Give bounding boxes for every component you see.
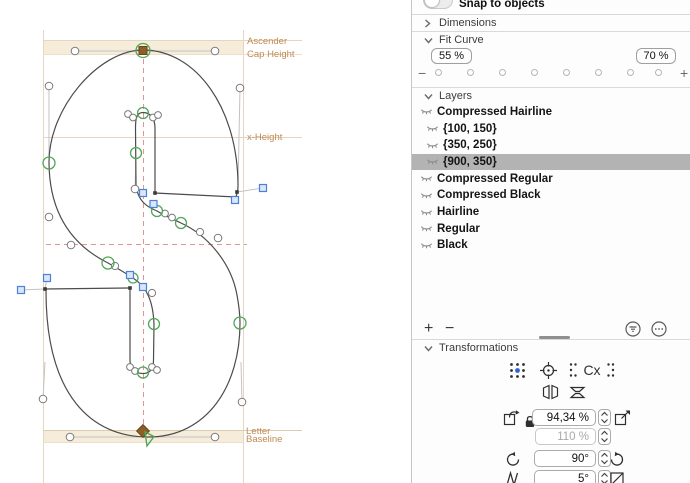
fit-curve-dot[interactable]: [435, 69, 442, 76]
snap-to-objects-label: Snap to objects: [459, 0, 545, 10]
fit-curve-min-field[interactable]: 55 %: [431, 48, 472, 64]
fit-curve-dot[interactable]: [655, 69, 662, 76]
layer-name: Black: [437, 239, 468, 252]
layer-visibility-eye-icon[interactable]: [420, 191, 433, 200]
offcurve-handles[interactable]: [38, 46, 247, 442]
fit-curve-dot[interactable]: [627, 69, 634, 76]
fit-curve-section-label: Fit Curve: [439, 34, 484, 46]
dimensions-section-label: Dimensions: [439, 17, 497, 29]
remove-layer-button[interactable]: −: [445, 321, 454, 337]
layer-visibility-eye-icon[interactable]: [420, 208, 433, 217]
inspector-sidebar: Snap to objects Dimensions Fit Curve 55 …: [411, 0, 690, 483]
rotate-cw-icon[interactable]: [609, 451, 625, 470]
add-layer-button[interactable]: +: [424, 321, 433, 337]
layer-row-900-350[interactable]: {900, 350}: [412, 153, 690, 171]
layer-visibility-eye-icon[interactable]: [426, 157, 439, 166]
layer-name: {100, 150}: [443, 122, 497, 135]
layer-visibility-eye-icon[interactable]: [420, 174, 433, 183]
chevron-down-icon: [424, 345, 436, 352]
baseline-label: Baseline: [246, 434, 282, 445]
glyph-canvas-svg[interactable]: Ascender Cap Height x-Height Letter Base…: [0, 0, 411, 483]
chevron-down-icon: [424, 93, 436, 100]
fit-curve-plus-icon[interactable]: +: [680, 66, 688, 80]
fit-curve-slider[interactable]: − +: [412, 66, 690, 81]
layer-name: Compressed Regular: [437, 172, 553, 185]
toggle-knob: [424, 0, 440, 8]
metric-lines: [43, 30, 302, 483]
flip-vertical-button[interactable]: [569, 386, 586, 402]
ascender-label: Ascender: [247, 36, 287, 47]
layer-row-350-250[interactable]: {350, 250}: [412, 137, 690, 154]
transform-origin-grid[interactable]: [509, 362, 526, 382]
rotate-field[interactable]: 90°: [534, 450, 596, 467]
transform-reference-crosshair[interactable]: [539, 361, 558, 383]
cap-height-label: Cap Height: [247, 49, 295, 60]
slant-left-icon[interactable]: [505, 470, 521, 483]
layer-name: Hairline: [437, 206, 480, 219]
slant-right-icon[interactable]: [609, 471, 625, 483]
snap-to-objects-toggle[interactable]: [423, 0, 453, 9]
fit-curve-dot[interactable]: [531, 69, 538, 76]
fit-curve-dot[interactable]: [467, 69, 474, 76]
dimensions-section-header[interactable]: Dimensions: [412, 15, 690, 31]
layers-section-header[interactable]: Layers: [412, 88, 690, 104]
fit-curve-minus-icon[interactable]: −: [418, 66, 426, 80]
layer-row-hairline[interactable]: Hairline: [412, 204, 690, 221]
flip-horizontal-button[interactable]: [542, 384, 559, 403]
layer-row-compressed-regular[interactable]: Compressed Regular: [412, 170, 690, 187]
layers-section-label: Layers: [439, 90, 473, 102]
layer-visibility-eye-icon[interactable]: [420, 107, 433, 116]
layer-visibility-eye-icon[interactable]: [426, 141, 439, 150]
layer-name: {900, 350}: [443, 155, 497, 168]
scale-transform-icon[interactable]: [503, 408, 521, 429]
more-options-button[interactable]: [651, 321, 667, 337]
scale-x-stepper[interactable]: [598, 409, 611, 426]
transformations-section-header[interactable]: Transformations: [412, 340, 690, 356]
corner-points[interactable]: [43, 190, 239, 291]
fit-curve-max-field[interactable]: 70 %: [636, 48, 676, 64]
chevron-right-icon: [424, 18, 436, 28]
scale-x-field[interactable]: 94,34 %: [532, 409, 596, 426]
scale-y-stepper[interactable]: [598, 428, 611, 445]
layer-row-compressed-hairline[interactable]: Compressed Hairline: [412, 104, 690, 121]
fit-curve-dot[interactable]: [595, 69, 602, 76]
glyph-edit-canvas[interactable]: Ascender Cap Height x-Height Letter Base…: [0, 0, 411, 483]
layer-row-regular[interactable]: Regular: [412, 220, 690, 237]
filter-layers-button[interactable]: [625, 321, 641, 337]
rotate-ccw-icon[interactable]: [505, 451, 521, 470]
layer-visibility-eye-icon[interactable]: [426, 124, 439, 133]
layer-name: {350, 250}: [443, 139, 497, 152]
cx-label: Cx: [583, 362, 600, 378]
fit-curve-dot[interactable]: [499, 69, 506, 76]
layer-visibility-eye-icon[interactable]: [420, 241, 433, 250]
scale-expand-icon[interactable]: [614, 408, 632, 429]
x-height-label: x-Height: [247, 132, 283, 143]
slant-field[interactable]: 5°: [534, 470, 596, 483]
transformations-section-label: Transformations: [439, 342, 519, 354]
scale-y-field[interactable]: 110 %: [535, 428, 596, 445]
layer-row-black[interactable]: Black: [412, 237, 690, 254]
layer-row-100-150[interactable]: {100, 150}: [412, 120, 690, 137]
layer-name: Regular: [437, 222, 480, 235]
metric-labels: Ascender Cap Height x-Height Letter Base…: [246, 36, 295, 445]
layer-name: Compressed Black: [437, 189, 541, 202]
layer-row-compressed-black[interactable]: Compressed Black: [412, 187, 690, 204]
transform-cx-widget[interactable]: Cx: [569, 361, 615, 382]
glyphs-app-window: { "canvas": { "labels": { "ascender": "A…: [0, 0, 690, 483]
chevron-down-icon: [424, 37, 436, 44]
layer-visibility-eye-icon[interactable]: [420, 224, 433, 233]
origin-center-dot: [515, 368, 520, 373]
fit-curve-section-header[interactable]: Fit Curve: [412, 32, 690, 48]
fit-curve-dot[interactable]: [563, 69, 570, 76]
layer-name: Compressed Hairline: [437, 105, 553, 118]
